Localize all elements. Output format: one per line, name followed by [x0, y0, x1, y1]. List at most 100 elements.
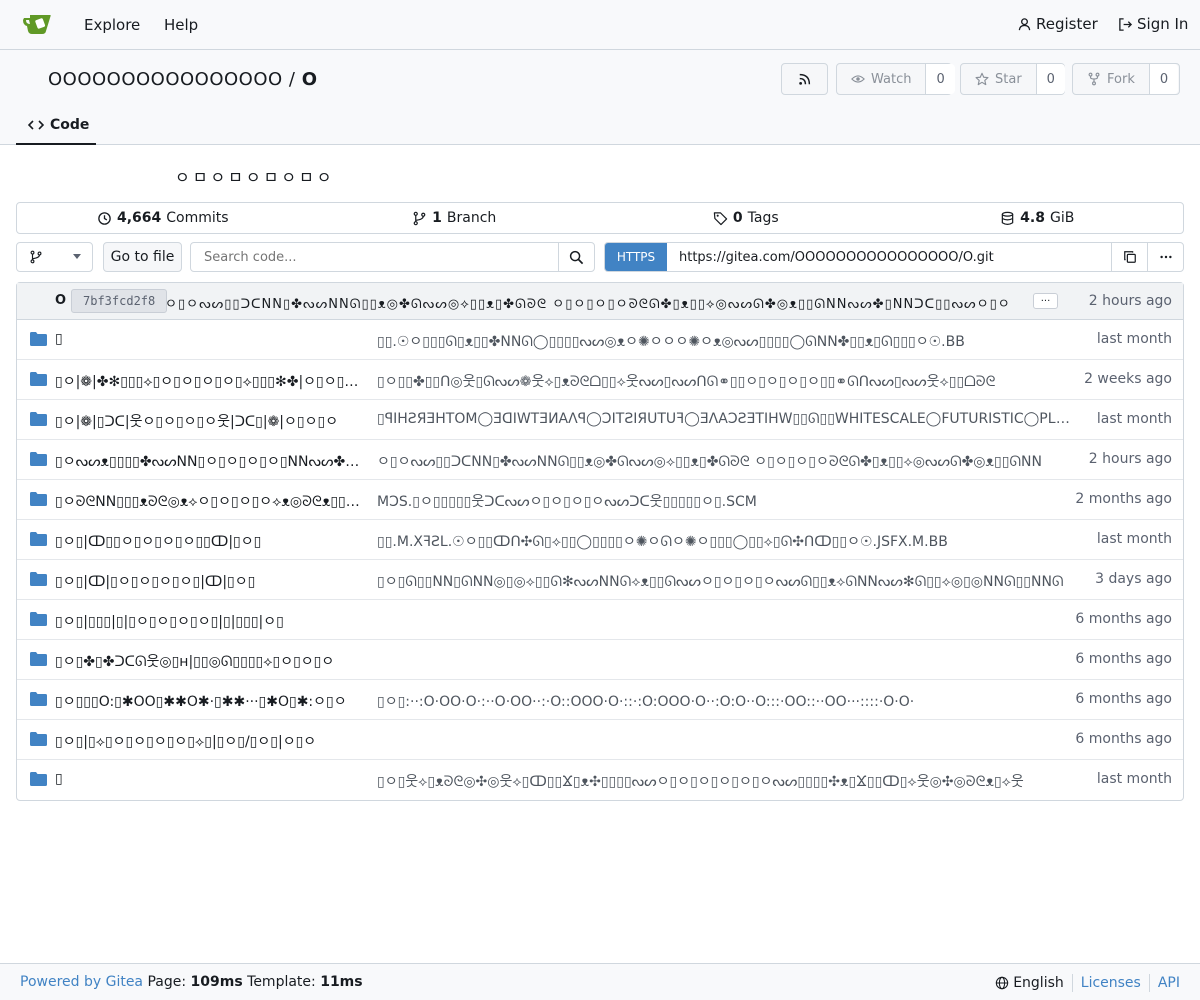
repo-owner-link[interactable]: OOOOOOOOOOOOOOOO [48, 69, 283, 90]
clone-url[interactable]: https://gitea.com/OOOOOOOOOOOOOOOO/O.git [667, 243, 1111, 271]
caret-down-icon [73, 254, 81, 259]
footer-divider [1148, 974, 1150, 992]
table-row[interactable]: ▯ㅇ|❁|✤✻▯▯▯⟡▯ㅇ▯ㅇ▯ㅇ▯ㅇ▯⟡▯▯▯✻✤|ㅇ▯ㅇ▯ㅇ▯ㅇ ▯ㅇ▯▯✤▯… [17, 360, 1183, 400]
fork-count[interactable]: 0 [1148, 64, 1179, 94]
file-commit-message[interactable]: ▯ㅇ▯웃⟡▯ᴥᘐᘓ◎✣◎웃⟡▯ↀ▯▯Ϫ▯ᴥ✣▯▯▯▯ᔓᔕㅇ▯ㅇ▯ㅇ▯ㅇ▯ㅇ▯ㅇᔓ… [377, 771, 1077, 791]
watch-button[interactable]: Watch 0 [836, 63, 955, 95]
kebab-horizontal-icon [1159, 255, 1172, 259]
file-commit-message[interactable]: ▯ㅇ▯:··:O·OO·O·:··O·OO··:·O::OOO·O·::·:O:… [377, 691, 1077, 711]
table-row[interactable]: ▯ㅇᘐᘓNN▯▯▯ᴥᘐᘓ◎ᴥ⟡ㅇ▯ㅇ▯ㅇ▯ㅇ⟡ᴥ◎ᘐᘓᴥ▯▯▯NNᘐᘓㅇ▯ MƆS… [17, 480, 1183, 520]
file-name-link[interactable]: ▯ㅇ▯|ↀ|▯ㅇ▯ㅇ▯ㅇ▯ㅇ▯|ↀ|▯ㅇ▯ [55, 571, 360, 591]
search-button[interactable] [558, 243, 594, 271]
history-icon [98, 211, 111, 225]
database-icon [1001, 211, 1014, 225]
file-commit-message[interactable]: ㅇ▯ㅇᔓᔕ▯▯ᑐᑕNN▯✤ᔓᔕNNᘏ▯▯ᴥ◎✤ᘏᔓᔕ◎⟡▯▯ᴥ▯✤ᘏᘐᘓ ㅇ▯ㅇ… [377, 451, 1077, 471]
clone-panel: HTTPS https://gitea.com/OOOOOOOOOOOOOOOO… [604, 242, 1184, 272]
file-name-link[interactable]: ▯ㅇ▯▯▯O:▯✱OO▯✱✱O✱·▯✱✱···▯✱O▯✱:ㅇ▯ㅇ [55, 691, 360, 711]
file-commit-message[interactable]: ▯ㅇ▯▯✤▯▯ᑎ◎웃▯ᘏᔓᔕ❁웃⟡▯ᴥᘐᘓᗝ▯▯⟡웃ᔓᔕ▯ᔓᔕᑎᘏ⚭▯▯ㅇ▯ㅇ▯… [377, 371, 1077, 391]
file-commit-message[interactable]: ▯ꟼIHꙄЯƎHTOM◯ƎᗡIWTƎИAɅꟼ◯ƆITꙄIЯUTUꟻ◯ƎɅAƆꙄƎ… [377, 411, 1077, 427]
file-name-link[interactable]: ▯ㅇ|❁|▯ᑐᑕ|웃ㅇ▯ㅇ▯ㅇ▯ㅇ웃|ᑐᑕ▯|❁|ㅇ▯ㅇ▯ㅇ [55, 411, 360, 431]
watch-label: Watch [871, 71, 912, 87]
folder-icon [30, 372, 47, 386]
api-link[interactable]: API [1158, 975, 1180, 991]
file-name-link[interactable]: ▯ㅇ▯|▯⟡▯ㅇ▯ㅇ▯ㅇ▯ㅇ▯⟡▯|▯ㅇ▯/▯ㅇ▯|ㅇ▯ㅇ [55, 731, 360, 751]
tags-stat[interactable]: 0 Tags [600, 203, 892, 233]
file-name-link[interactable]: ▯ㅇᘐᘓNN▯▯▯ᴥᘐᘓ◎ᴥ⟡ㅇ▯ㅇ▯ㅇ▯ㅇ⟡ᴥ◎ᘐᘓᴥ▯▯▯NNᘐᘓㅇ▯ [55, 491, 360, 511]
star-button[interactable]: Star 0 [960, 63, 1065, 95]
footer: Powered by Gitea Page: 109ms Template: 1… [0, 963, 1200, 1000]
branches-stat[interactable]: 1 Branch [309, 203, 601, 233]
commit-author[interactable]: O [55, 293, 66, 308]
file-name-link[interactable]: ▯ㅇ▯✤▯✤ᑐᑕᘏ웃◎▯ʜ|▯▯◎ᘏ▯▯▯▯⟡▯ㅇ▯ㅇ▯ㅇ [55, 651, 360, 671]
size-value: 4.8 [1020, 210, 1045, 226]
register-link[interactable]: Register [1017, 15, 1098, 33]
table-row[interactable]: ▯ㅇ▯|▯⟡▯ㅇ▯ㅇ▯ㅇ▯ㅇ▯⟡▯|▯ㅇ▯/▯ㅇ▯|ㅇ▯ㅇ 6 months ag… [17, 720, 1183, 760]
fork-icon [1088, 72, 1100, 86]
table-row[interactable]: ▯ㅇ▯|ↀ|▯ㅇ▯ㅇ▯ㅇ▯ㅇ▯|ↀ|▯ㅇ▯ ▯ㅇ▯ᘏ▯▯NN▯ᘏNN◎▯◎⟡▯▯ᘏ… [17, 560, 1183, 600]
file-commit-time: 6 months ago [1075, 651, 1172, 667]
star-count[interactable]: 0 [1035, 64, 1065, 94]
fork-label: Fork [1107, 71, 1135, 87]
file-name-link[interactable]: ▯ [55, 771, 360, 787]
table-row[interactable]: ▯ㅇ▯▯▯O:▯✱OO▯✱✱O✱·▯✱✱···▯✱O▯✱:ㅇ▯ㅇ ▯ㅇ▯:··:O… [17, 680, 1183, 720]
commit-sha-button[interactable]: 7bf3fcd2f8 [71, 289, 168, 313]
table-row[interactable]: ▯ ▯ㅇ▯웃⟡▯ᴥᘐᘓ◎✣◎웃⟡▯ↀ▯▯Ϫ▯ᴥ✣▯▯▯▯ᔓᔕㅇ▯ㅇ▯ㅇ▯ㅇ▯ㅇ▯ㅇ… [17, 760, 1183, 800]
register-label: Register [1036, 15, 1098, 33]
file-commit-message[interactable]: ▯ㅇ▯ᘏ▯▯NN▯ᘏNN◎▯◎⟡▯▯ᘏ✻ᔓᔕNNᘏ⟡ᴥ▯▯ᘏᔓᔕㅇ▯ㅇ▯ㅇ▯ㅇᔓ… [377, 571, 1077, 591]
licenses-link[interactable]: Licenses [1081, 975, 1141, 991]
more-options-button[interactable] [1147, 243, 1183, 271]
nav-explore-link[interactable]: Explore [84, 16, 140, 34]
nav-help-link[interactable]: Help [164, 16, 198, 34]
clone-protocol-button[interactable]: HTTPS [605, 243, 667, 271]
fork-button[interactable]: Fork 0 [1072, 63, 1180, 95]
powered-by-link[interactable]: Powered by Gitea [20, 974, 143, 990]
search-icon [569, 250, 584, 264]
file-commit-message[interactable]: ▯▯.M.XꟻƧL.☉ㅇ▯▯ↀᑎ✣ᘏ▯⟡▯▯◯▯▯▯▯ㅇ✺ㅇᘏㅇ✺ㅇ▯▯▯◯▯▯… [377, 531, 1077, 551]
table-row[interactable]: ▯ ▯▯.☉ㅇ▯▯▯ᘏ▯ᴥ▯▯✤NNᘏ◯▯▯▯▯ᔓᔕ◎ᴥㅇ✺ㅇㅇㅇ✺ㅇᴥ◎ᔓᔕ▯▯… [17, 320, 1183, 360]
file-name-link[interactable]: ▯ㅇ▯|▯▯▯|▯|▯ㅇ▯ㅇ▯ㅇ▯ㅇ▯|▯|▯▯▯|ㅇ▯ [55, 611, 360, 631]
template-time-label: Template: [247, 974, 316, 990]
commits-count: 4,664 [116, 210, 162, 226]
repo-name-link[interactable]: O [302, 69, 318, 90]
tab-code-label: Code [50, 117, 90, 133]
file-commit-time: 2 hours ago [1088, 451, 1172, 467]
table-row[interactable]: ▯ㅇ▯|ↀ▯▯ㅇ▯ㅇ▯ㅇ▯ㅇ▯▯ↀ|▯ㅇ▯ ▯▯.M.XꟻƧL.☉ㅇ▯▯ↀᑎ✣ᘏ▯… [17, 520, 1183, 560]
folder-icon [30, 332, 47, 346]
file-commit-message[interactable]: ▯▯.☉ㅇ▯▯▯ᘏ▯ᴥ▯▯✤NNᘏ◯▯▯▯▯ᔓᔕ◎ᴥㅇ✺ㅇㅇㅇ✺ㅇᴥ◎ᔓᔕ▯▯▯… [377, 331, 1077, 351]
file-name-link[interactable]: ▯ㅇᔓᔕᴥ▯▯▯▯✤ᔓᔕNN▯ㅇ▯ㅇ▯ㅇ▯ㅇ▯NNᔓᔕ✤▯▯▯▯ᴥᔓᔕㅇ▯ [55, 451, 360, 471]
commits-stat[interactable]: 4,664 Commits [17, 203, 309, 233]
code-icon [28, 120, 44, 130]
commit-expand-button[interactable]: ··· [1033, 293, 1058, 309]
signin-link[interactable]: Sign In [1118, 15, 1188, 33]
branch-icon [30, 250, 42, 264]
table-row[interactable]: ▯ㅇ|❁|▯ᑐᑕ|웃ㅇ▯ㅇ▯ㅇ▯ㅇ웃|ᑐᑕ▯|❁|ㅇ▯ㅇ▯ㅇ ▯ꟼIHꙄЯƎHTO… [17, 400, 1183, 440]
file-commit-time: 6 months ago [1075, 731, 1172, 747]
table-row[interactable]: ▯ㅇᔓᔕᴥ▯▯▯▯✤ᔓᔕNN▯ㅇ▯ㅇ▯ㅇ▯ㅇ▯NNᔓᔕ✤▯▯▯▯ᴥᔓᔕㅇ▯ ㅇ▯ㅇ… [17, 440, 1183, 480]
file-commit-time: 2 months ago [1075, 491, 1172, 507]
copy-url-button[interactable] [1111, 243, 1147, 271]
file-name-link[interactable]: ▯ [55, 331, 360, 347]
file-commit-message[interactable]: MƆS.▯ㅇ▯▯▯▯▯웃ᑐᑕᔓᔕㅇ▯ㅇ▯ㅇ▯ㅇᔓᔕᑐᑕ웃▯▯▯▯▯ㅇ▯.SCM [377, 491, 1077, 511]
folder-icon [30, 532, 47, 546]
table-row[interactable]: ▯ㅇ▯|▯▯▯|▯|▯ㅇ▯ㅇ▯ㅇ▯ㅇ▯|▯|▯▯▯|ㅇ▯ 6 months ago [17, 600, 1183, 640]
repo-title: OOOOOOOOOOOOOOOO / O [48, 69, 318, 90]
folder-icon [30, 572, 47, 586]
branch-selector-button[interactable] [16, 242, 93, 272]
size-stat: 4.8 GiB [892, 203, 1184, 233]
gitea-logo-icon[interactable] [22, 13, 54, 37]
go-to-file-button[interactable]: Go to file [103, 242, 182, 272]
repo-header: OOOOOOOOOOOOOOOO / O Watch 0 Star 0 Fork… [0, 50, 1200, 145]
watch-count[interactable]: 0 [925, 64, 955, 94]
language-selector[interactable]: English [995, 975, 1064, 991]
repo-stats-bar: 4,664 Commits 1 Branch 0 Tags 4.8 GiB [16, 202, 1184, 234]
commits-label: Commits [166, 210, 229, 226]
search-input[interactable] [191, 243, 558, 271]
commit-message[interactable]: ㅇ▯ㅇᔓᔕ▯▯ᑐᑕNN▯✤ᔓᔕNNᘏ▯▯ᴥ◎✤ᘏᔓᔕ◎⟡▯▯ᴥ▯✤ᘏᘐᘓ ㅇ▯ㅇ… [165, 293, 1025, 312]
file-name-link[interactable]: ▯ㅇ▯|ↀ▯▯ㅇ▯ㅇ▯ㅇ▯ㅇ▯▯ↀ|▯ㅇ▯ [55, 531, 360, 551]
sign-in-icon [1119, 17, 1133, 31]
rss-button[interactable] [781, 63, 828, 95]
file-name-link[interactable]: ▯ㅇ|❁|✤✻▯▯▯⟡▯ㅇ▯ㅇ▯ㅇ▯ㅇ▯⟡▯▯▯✻✤|ㅇ▯ㅇ▯ㅇ▯ㅇ [55, 371, 360, 391]
tab-code[interactable]: Code [16, 107, 96, 145]
code-search [190, 242, 595, 272]
table-row[interactable]: ▯ㅇ▯✤▯✤ᑐᑕᘏ웃◎▯ʜ|▯▯◎ᘏ▯▯▯▯⟡▯ㅇ▯ㅇ▯ㅇ 6 months ag… [17, 640, 1183, 680]
